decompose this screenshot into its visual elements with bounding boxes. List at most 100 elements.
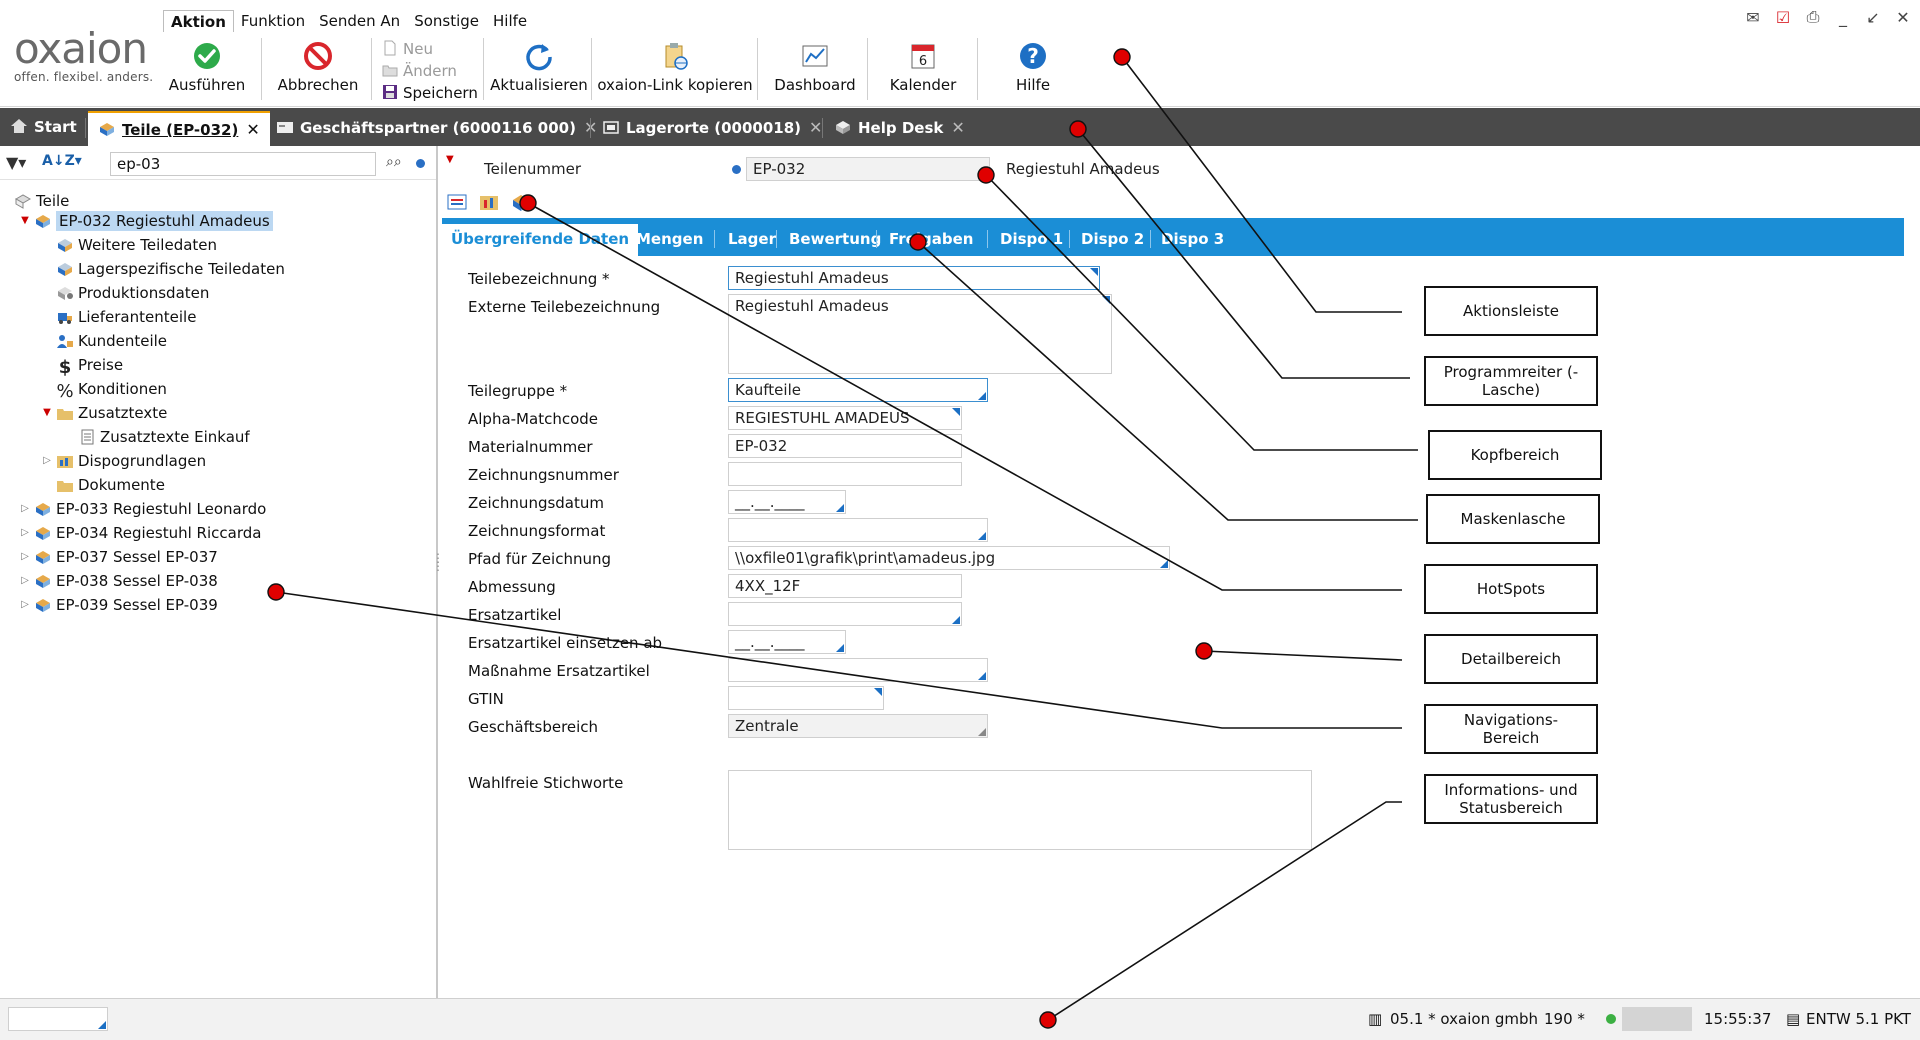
tree-node-lieferantenteile[interactable]: Lieferantenteile: [56, 306, 196, 328]
cancel-button[interactable]: Abbrechen: [273, 34, 363, 102]
calendar-button[interactable]: 6 Kalender: [875, 34, 971, 102]
new-button[interactable]: Neu: [381, 38, 433, 60]
status-command-input[interactable]: [8, 1007, 108, 1031]
close-icon[interactable]: ✕: [809, 118, 822, 137]
hotspot-list-icon[interactable]: [446, 192, 468, 212]
tree-node-zusatztexte[interactable]: ▼ Zusatztexte: [43, 402, 167, 424]
help-desk-icon: [836, 121, 850, 134]
replacement-date-field[interactable]: __.__.____: [728, 630, 846, 654]
tree-node-ep-032[interactable]: ▼ EP-032 Regiestuhl Amadeus: [21, 210, 273, 232]
callout-navigationsbereich: Navigations- Bereich: [1424, 704, 1598, 754]
menu-sonstige[interactable]: Sonstige: [407, 10, 486, 32]
help-button[interactable]: ? Hilfe: [985, 34, 1081, 102]
expand-arrow-icon[interactable]: ▼: [20, 210, 30, 232]
collapse-arrow-icon[interactable]: ▷: [20, 498, 30, 520]
mask-tab-bewertung[interactable]: Bewertung: [780, 224, 890, 256]
drawing-date-field[interactable]: __.__.____: [728, 490, 846, 514]
external-part-name-field[interactable]: Regiestuhl Amadeus: [728, 294, 1112, 374]
close-icon[interactable]: ✕: [951, 118, 964, 137]
tree-node-dokumente[interactable]: Dokumente: [56, 474, 165, 496]
menu-hilfe[interactable]: Hilfe: [486, 10, 534, 32]
toolbar-divider: [371, 38, 372, 100]
menu-funktion[interactable]: Funktion: [234, 10, 312, 32]
part-number-field[interactable]: EP-032: [746, 157, 990, 181]
tree-node-weitere-teiledaten[interactable]: Weitere Teiledaten: [56, 234, 217, 256]
filter-icon[interactable]: ▼▾: [6, 153, 26, 172]
gtin-field[interactable]: [728, 686, 884, 710]
mask-tab-dispo-3[interactable]: Dispo 3: [1152, 224, 1233, 256]
tree-node-preise[interactable]: $ Preise: [56, 354, 123, 378]
tab-start[interactable]: Start: [0, 111, 87, 146]
tree-node-ep-037[interactable]: ▷ EP-037 Sessel EP-037: [21, 546, 218, 568]
restore-icon[interactable]: ↙: [1862, 6, 1884, 28]
refresh-button[interactable]: Aktualisieren: [489, 34, 589, 102]
info-icon[interactable]: [732, 165, 741, 174]
print-icon[interactable]: ⎙: [1802, 6, 1824, 28]
collapse-header-icon[interactable]: ▼: [446, 154, 454, 165]
mask-tab-mengen[interactable]: Mengen: [627, 224, 712, 256]
edit-button[interactable]: Ändern: [381, 60, 457, 82]
execute-button[interactable]: Ausführen: [167, 34, 247, 102]
collapse-arrow-icon[interactable]: ▷: [42, 450, 52, 472]
minimize-icon[interactable]: _: [1832, 6, 1854, 28]
sort-icon[interactable]: A↓Z▾: [42, 153, 82, 169]
drawing-format-field[interactable]: [728, 518, 988, 542]
field-marker-icon: [874, 688, 882, 696]
menu-senden-an[interactable]: Senden An: [312, 10, 407, 32]
tree-node-ep-039[interactable]: ▷ EP-039 Sessel EP-039: [21, 594, 218, 616]
mask-tab-dispo-1[interactable]: Dispo 1: [991, 224, 1072, 256]
keywords-field[interactable]: [728, 770, 1312, 850]
collapse-arrow-icon[interactable]: ▷: [20, 594, 30, 616]
tab-lagerorte[interactable]: Lagerorte (0000018) ✕: [592, 111, 832, 146]
tree-node-teile[interactable]: Teile: [14, 190, 69, 212]
drawing-number-field[interactable]: [728, 462, 962, 486]
callout-statusbereich: Informations- und Statusbereich: [1424, 774, 1598, 824]
part-name-field[interactable]: Regiestuhl Amadeus: [728, 266, 1100, 290]
tree-node-ep-038[interactable]: ▷ EP-038 Sessel EP-038: [21, 570, 218, 592]
collapse-arrow-icon[interactable]: ▷: [20, 522, 30, 544]
replacement-measure-field[interactable]: [728, 658, 988, 682]
collapse-arrow-icon[interactable]: ▷: [20, 570, 30, 592]
tree-node-konditionen[interactable]: % Konditionen: [56, 378, 167, 402]
close-icon[interactable]: ✕: [1892, 6, 1914, 28]
building-icon: ▥: [1368, 1010, 1383, 1028]
dimensions-field[interactable]: 4XX_12F: [728, 574, 962, 598]
tree-node-ep-034[interactable]: ▷ EP-034 Regiestuhl Riccarda: [21, 522, 261, 544]
dropdown-corner-icon: [978, 728, 986, 736]
dashboard-button[interactable]: Dashboard: [767, 34, 863, 102]
mask-tab-uebergreifende-daten[interactable]: Übergreifende Daten: [442, 224, 639, 256]
tab-help-desk[interactable]: Help Desk ✕: [824, 111, 975, 146]
close-icon[interactable]: ✕: [246, 120, 259, 139]
alpha-matchcode-field[interactable]: REGIESTUHL AMADEUS: [728, 406, 962, 430]
collapse-arrow-icon[interactable]: ▷: [20, 546, 30, 568]
tree-node-lagerspezifische-teiledaten[interactable]: Lagerspezifische Teiledaten: [56, 258, 285, 280]
hotspot-stock-icon[interactable]: [478, 192, 500, 212]
mask-tab-freigaben[interactable]: Freigaben: [880, 224, 982, 256]
part-group-field[interactable]: Kaufteile: [728, 378, 988, 402]
tree-node-produktionsdaten[interactable]: Produktionsdaten: [56, 282, 209, 304]
mail-icon[interactable]: ✉: [1742, 6, 1764, 28]
replacement-article-field[interactable]: [728, 602, 962, 626]
supplier-icon: [58, 313, 72, 324]
tree-node-kundenteile[interactable]: Kundenteile: [56, 330, 167, 352]
business-area-field[interactable]: Zentrale: [728, 714, 988, 738]
part-icon: [36, 527, 50, 540]
menu-aktion[interactable]: Aktion: [163, 10, 234, 32]
tree-node-ep-033[interactable]: ▷ EP-033 Regiestuhl Leonardo: [21, 498, 266, 520]
copy-link-button[interactable]: oxaion-Link kopieren: [597, 34, 753, 102]
tab-label: Start: [34, 118, 77, 136]
task-clipboard-icon[interactable]: ☑: [1772, 6, 1794, 28]
tree-node-dispogrundlagen[interactable]: ▷ Dispogrundlagen: [43, 450, 206, 472]
mask-tab-dispo-2[interactable]: Dispo 2: [1072, 224, 1153, 256]
tree-node-zusatztexte-einkauf[interactable]: Zusatztexte Einkauf: [78, 426, 250, 448]
material-number-field[interactable]: EP-032: [728, 434, 962, 458]
tab-teile[interactable]: Teile (EP-032) ✕: [88, 111, 270, 146]
navigation-search-input[interactable]: [110, 152, 376, 176]
expand-arrow-icon[interactable]: ▼: [42, 402, 52, 424]
binoculars-icon[interactable]: ⌕⌕: [386, 154, 402, 170]
part-icon: [36, 503, 50, 516]
hotspot-parts-icon[interactable]: [510, 192, 532, 212]
tab-geschaeftspartner[interactable]: Geschäftspartner (6000116 000)✕: [266, 111, 607, 146]
drawing-path-field[interactable]: \\oxfile01\grafik\print\amadeus.jpg: [728, 546, 1170, 570]
save-button[interactable]: Speichern: [381, 82, 478, 104]
